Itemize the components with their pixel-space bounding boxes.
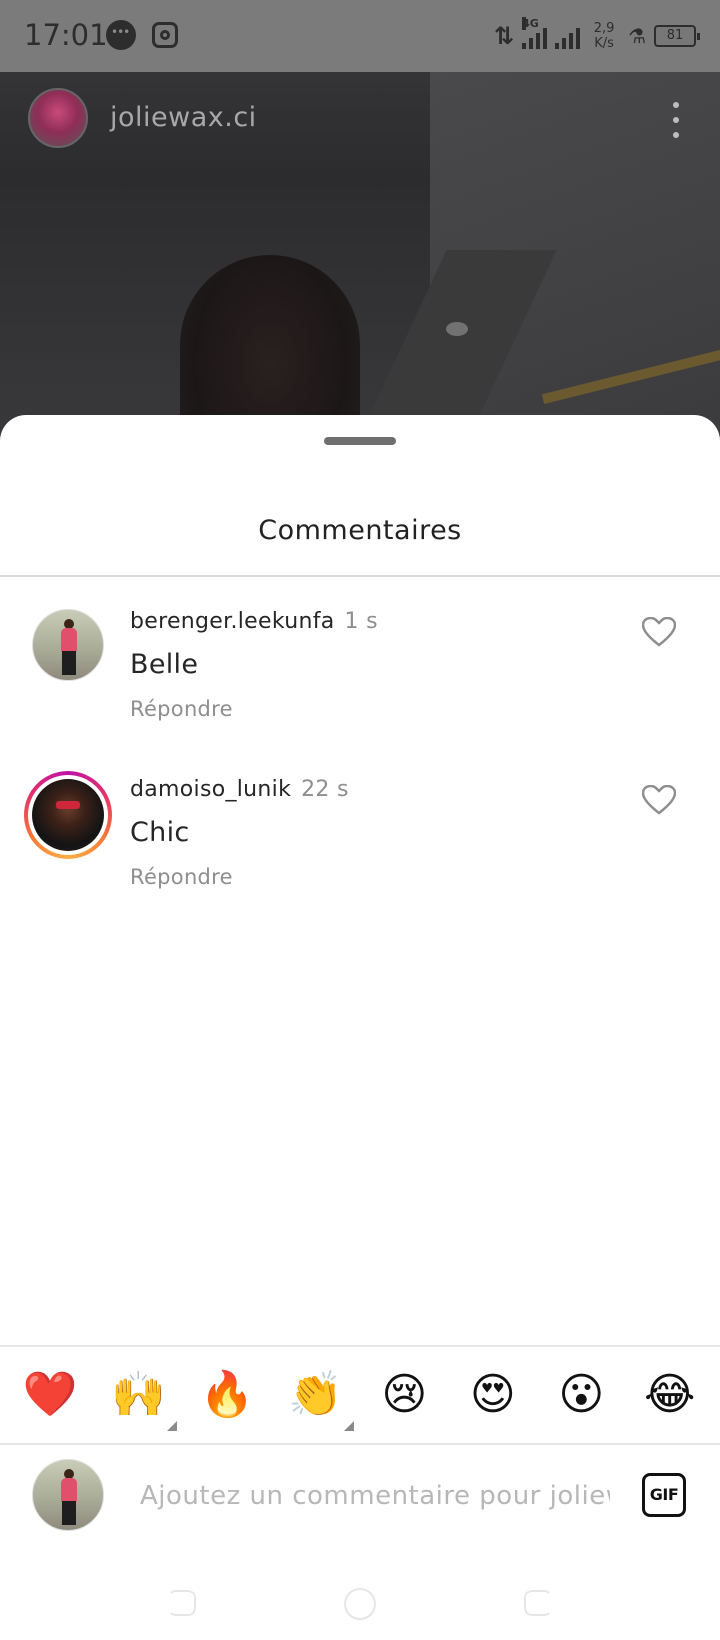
network-speed: 2,9 K/s [588, 21, 620, 51]
comment-username[interactable]: berenger.leekunfa [130, 609, 335, 634]
video-lamp [446, 322, 468, 336]
emoji-fire[interactable]: 🔥 [197, 1365, 257, 1425]
status-time: 17:01 [24, 18, 108, 52]
commenter-avatar [32, 779, 104, 851]
reply-button[interactable]: Répondre [130, 697, 233, 721]
like-heart-icon[interactable] [642, 785, 676, 815]
battery-level: 81 [666, 28, 684, 43]
network-type-label: 4G [522, 17, 539, 30]
signal-4g-icon: 4G [522, 17, 548, 49]
status-bar: 17:01 ⇅ 4G 2,9 K/s ⚗ 81 [0, 0, 720, 72]
comment-time: 1 s [344, 609, 378, 634]
commenter-avatar[interactable] [32, 609, 104, 681]
sheet-divider [0, 575, 720, 577]
network-speed-unit: K/s [594, 36, 614, 51]
sheet-title: Commentaires [258, 515, 462, 546]
signal-sim2-icon [555, 23, 581, 49]
comment-meta: berenger.leekunfa 1 s [130, 609, 378, 634]
gif-button[interactable]: GIF [642, 1473, 686, 1517]
reply-button[interactable]: Répondre [130, 865, 233, 889]
comment-text: Belle [130, 649, 199, 680]
emoji-glyph: 👏 [288, 1369, 344, 1420]
battery-icon: 81 [654, 25, 700, 47]
video-person [180, 255, 360, 440]
system-nav-bar [0, 1560, 720, 1640]
status-right-group: ⇅ 4G 2,9 K/s ⚗ 81 [493, 16, 700, 56]
emoji-reaction-bar: ❤️ 🙌 🔥 👏 😢 😍 😮 😂 [0, 1347, 720, 1443]
comment-item: berenger.leekunfa 1 s Belle Répondre [0, 601, 720, 741]
commenter-avatar-story-ring[interactable] [24, 771, 112, 859]
recent-apps-button[interactable] [168, 1590, 196, 1616]
data-transfer-icon: ⇅ [493, 22, 515, 50]
comment-item: damoiso_lunik 22 s Chic Répondre [0, 769, 720, 909]
like-heart-icon[interactable] [642, 617, 676, 647]
flask-icon: ⚗ [628, 24, 646, 48]
emoji-red-heart[interactable]: ❤️ [20, 1365, 80, 1425]
sheet-drag-handle[interactable] [324, 437, 396, 445]
emoji-crying-face[interactable]: 😢 [374, 1365, 434, 1425]
messages-notification-icon [106, 20, 136, 50]
host-avatar[interactable] [28, 88, 88, 148]
live-header: joliewax.ci [0, 72, 720, 172]
instagram-notification-icon [152, 22, 178, 48]
emoji-surprised-face[interactable]: 😮 [551, 1365, 611, 1425]
comment-time: 22 s [301, 777, 349, 802]
emoji-clapping-hands[interactable]: 👏 [286, 1365, 354, 1431]
emoji-tears-of-joy[interactable]: 😂 [640, 1365, 700, 1425]
comment-username[interactable]: damoiso_lunik [130, 777, 291, 802]
comment-input[interactable] [140, 1473, 610, 1519]
emoji-raising-hands[interactable]: 🙌 [109, 1365, 177, 1431]
comment-text: Chic [130, 817, 190, 848]
host-username[interactable]: joliewax.ci [110, 102, 257, 133]
emoji-glyph: 🙌 [111, 1369, 167, 1420]
comment-composer: GIF [0, 1445, 720, 1555]
skin-tone-indicator [166, 1421, 177, 1431]
back-button[interactable] [524, 1590, 552, 1616]
network-speed-value: 2,9 [593, 21, 615, 36]
my-avatar [32, 1459, 104, 1531]
more-options-icon[interactable] [668, 100, 684, 140]
comment-meta: damoiso_lunik 22 s [130, 777, 349, 802]
emoji-heart-eyes[interactable]: 😍 [463, 1365, 523, 1425]
skin-tone-indicator [343, 1421, 354, 1431]
home-button[interactable] [344, 1588, 376, 1620]
